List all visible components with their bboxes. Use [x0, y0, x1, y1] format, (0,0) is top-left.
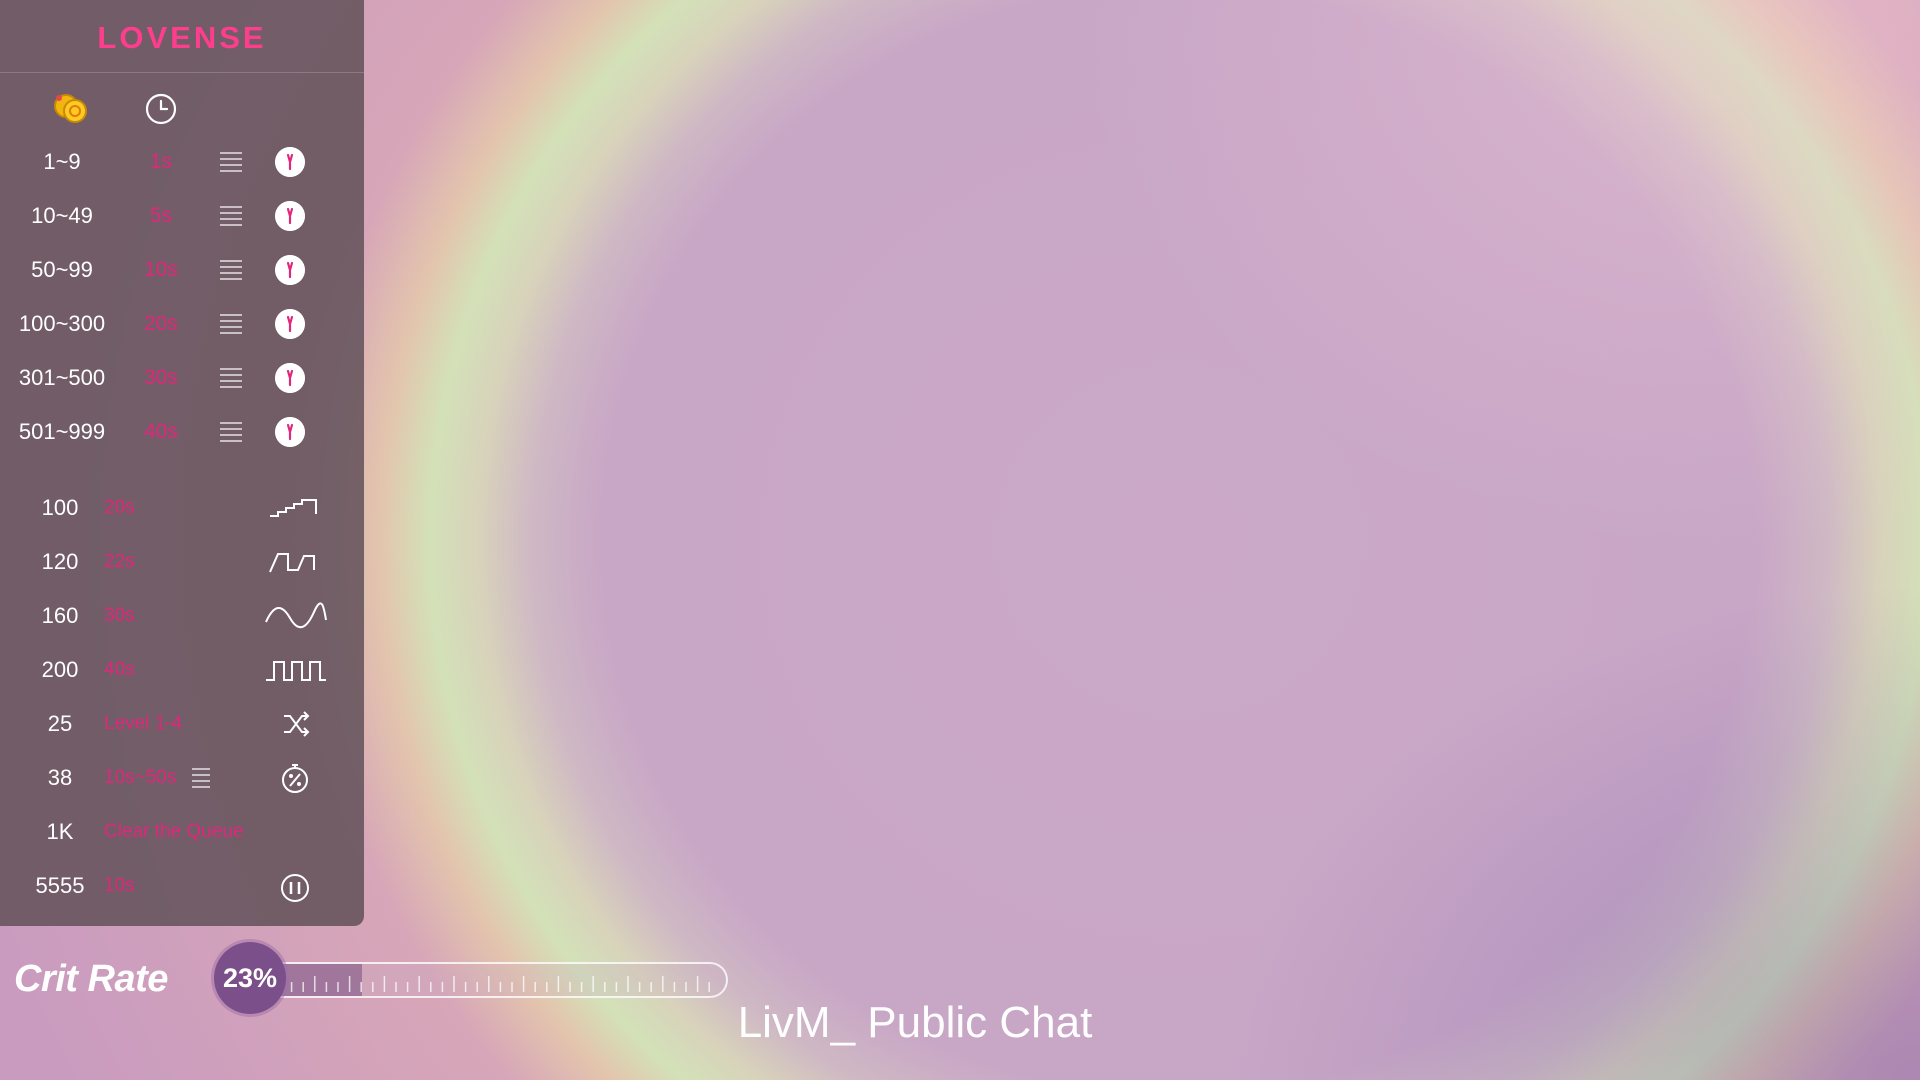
special-row: 1K Clear the Queue [0, 812, 364, 852]
level-row: 1~9 1s [0, 142, 364, 182]
special-row: 38 10s~50s [0, 758, 364, 798]
level-row: 501~999 40s [0, 412, 364, 452]
shuffle-icon [284, 711, 310, 737]
strength-bars-icon [220, 314, 242, 334]
pause-icon [281, 874, 309, 902]
chat-caption: LivM_ Public Chat [0, 998, 1920, 1048]
tip-amount: 50~99 [31, 257, 93, 282]
lovense-logo: LOVENSE [97, 20, 267, 55]
strength-bars-icon [220, 368, 242, 388]
random-timer-icon [282, 764, 308, 793]
duration: Clear the Queue [104, 821, 244, 842]
duration: 20s [144, 312, 178, 335]
duration: 10s [104, 875, 135, 896]
duration: 1s [149, 150, 173, 173]
crit-rate-ticks [279, 976, 710, 992]
pattern-wave-icon [265, 602, 327, 628]
vibration-icon [275, 309, 305, 339]
duration: 20s [104, 497, 135, 518]
strength-bars-icon [220, 206, 242, 226]
duration: 30s [104, 605, 135, 626]
lovense-tip-menu-panel: LOVENSE 1~9 1s 10~49 5s 50~99 10s 100~30… [0, 0, 364, 926]
crit-rate-meter: 23% [214, 942, 728, 1014]
light-glow [1020, 0, 1920, 600]
duration: 40s [104, 659, 135, 680]
level-row: 100~300 20s [0, 304, 364, 344]
level-row: 50~99 10s [0, 250, 364, 290]
duration: 5s [149, 204, 173, 227]
special-row: 25 Level 1-4 [0, 704, 364, 744]
level-row: 10~49 5s [0, 196, 364, 236]
tip-amount: 120 [41, 549, 79, 574]
tip-amount: 160 [41, 603, 79, 628]
brand-header: LOVENSE [0, 0, 364, 73]
tip-amount: 200 [41, 657, 79, 682]
strength-bars-icon [220, 422, 242, 442]
tip-amount: 38 [47, 765, 73, 790]
tip-amount: 100~300 [18, 311, 106, 336]
special-row: 120 22s [0, 542, 364, 582]
duration: 22s [104, 551, 135, 572]
tip-amount: 10~49 [31, 203, 93, 228]
pattern-pulse-icon [269, 553, 315, 573]
level-row: 301~500 30s [0, 358, 364, 398]
duration: 10s [144, 258, 178, 281]
tip-amount: 1~9 [43, 149, 81, 174]
duration: Level 1-4 [104, 713, 183, 734]
tip-amount: 5555 [35, 873, 85, 898]
pattern-square-icon [266, 661, 326, 681]
duration: 30s [144, 366, 178, 389]
duration: 10s~50s [104, 767, 177, 788]
duration: 40s [144, 420, 178, 443]
pattern-stairs-icon [270, 499, 317, 517]
special-row: 160 30s [0, 596, 364, 636]
tip-amount: 25 [47, 711, 73, 736]
tip-amount: 1K [46, 819, 74, 844]
special-row: 5555 10s [0, 866, 364, 906]
vibration-icon [275, 255, 305, 285]
public-chat-label: LivM_ Public Chat [737, 998, 1093, 1047]
column-headers [0, 88, 364, 132]
strength-bars-icon [220, 260, 242, 280]
vibration-icon [275, 363, 305, 393]
vibration-icon [275, 201, 305, 231]
special-row: 200 40s [0, 650, 364, 690]
video-stage: LOVENSE 1~9 1s 10~49 5s 50~99 10s 100~30… [0, 0, 1920, 1080]
tip-amount: 301~500 [18, 365, 106, 390]
crit-rate-label: Crit Rate [14, 958, 168, 1000]
special-row: 100 20s [0, 488, 364, 528]
tip-amount: 100 [41, 495, 79, 520]
strength-bars-icon [192, 768, 210, 788]
strength-bars-icon [220, 152, 242, 172]
vibration-icon [275, 417, 305, 447]
clock-icon [145, 93, 177, 125]
tip-amount: 501~999 [18, 419, 106, 444]
coins-icon [54, 94, 87, 123]
vibration-icon [275, 147, 305, 177]
